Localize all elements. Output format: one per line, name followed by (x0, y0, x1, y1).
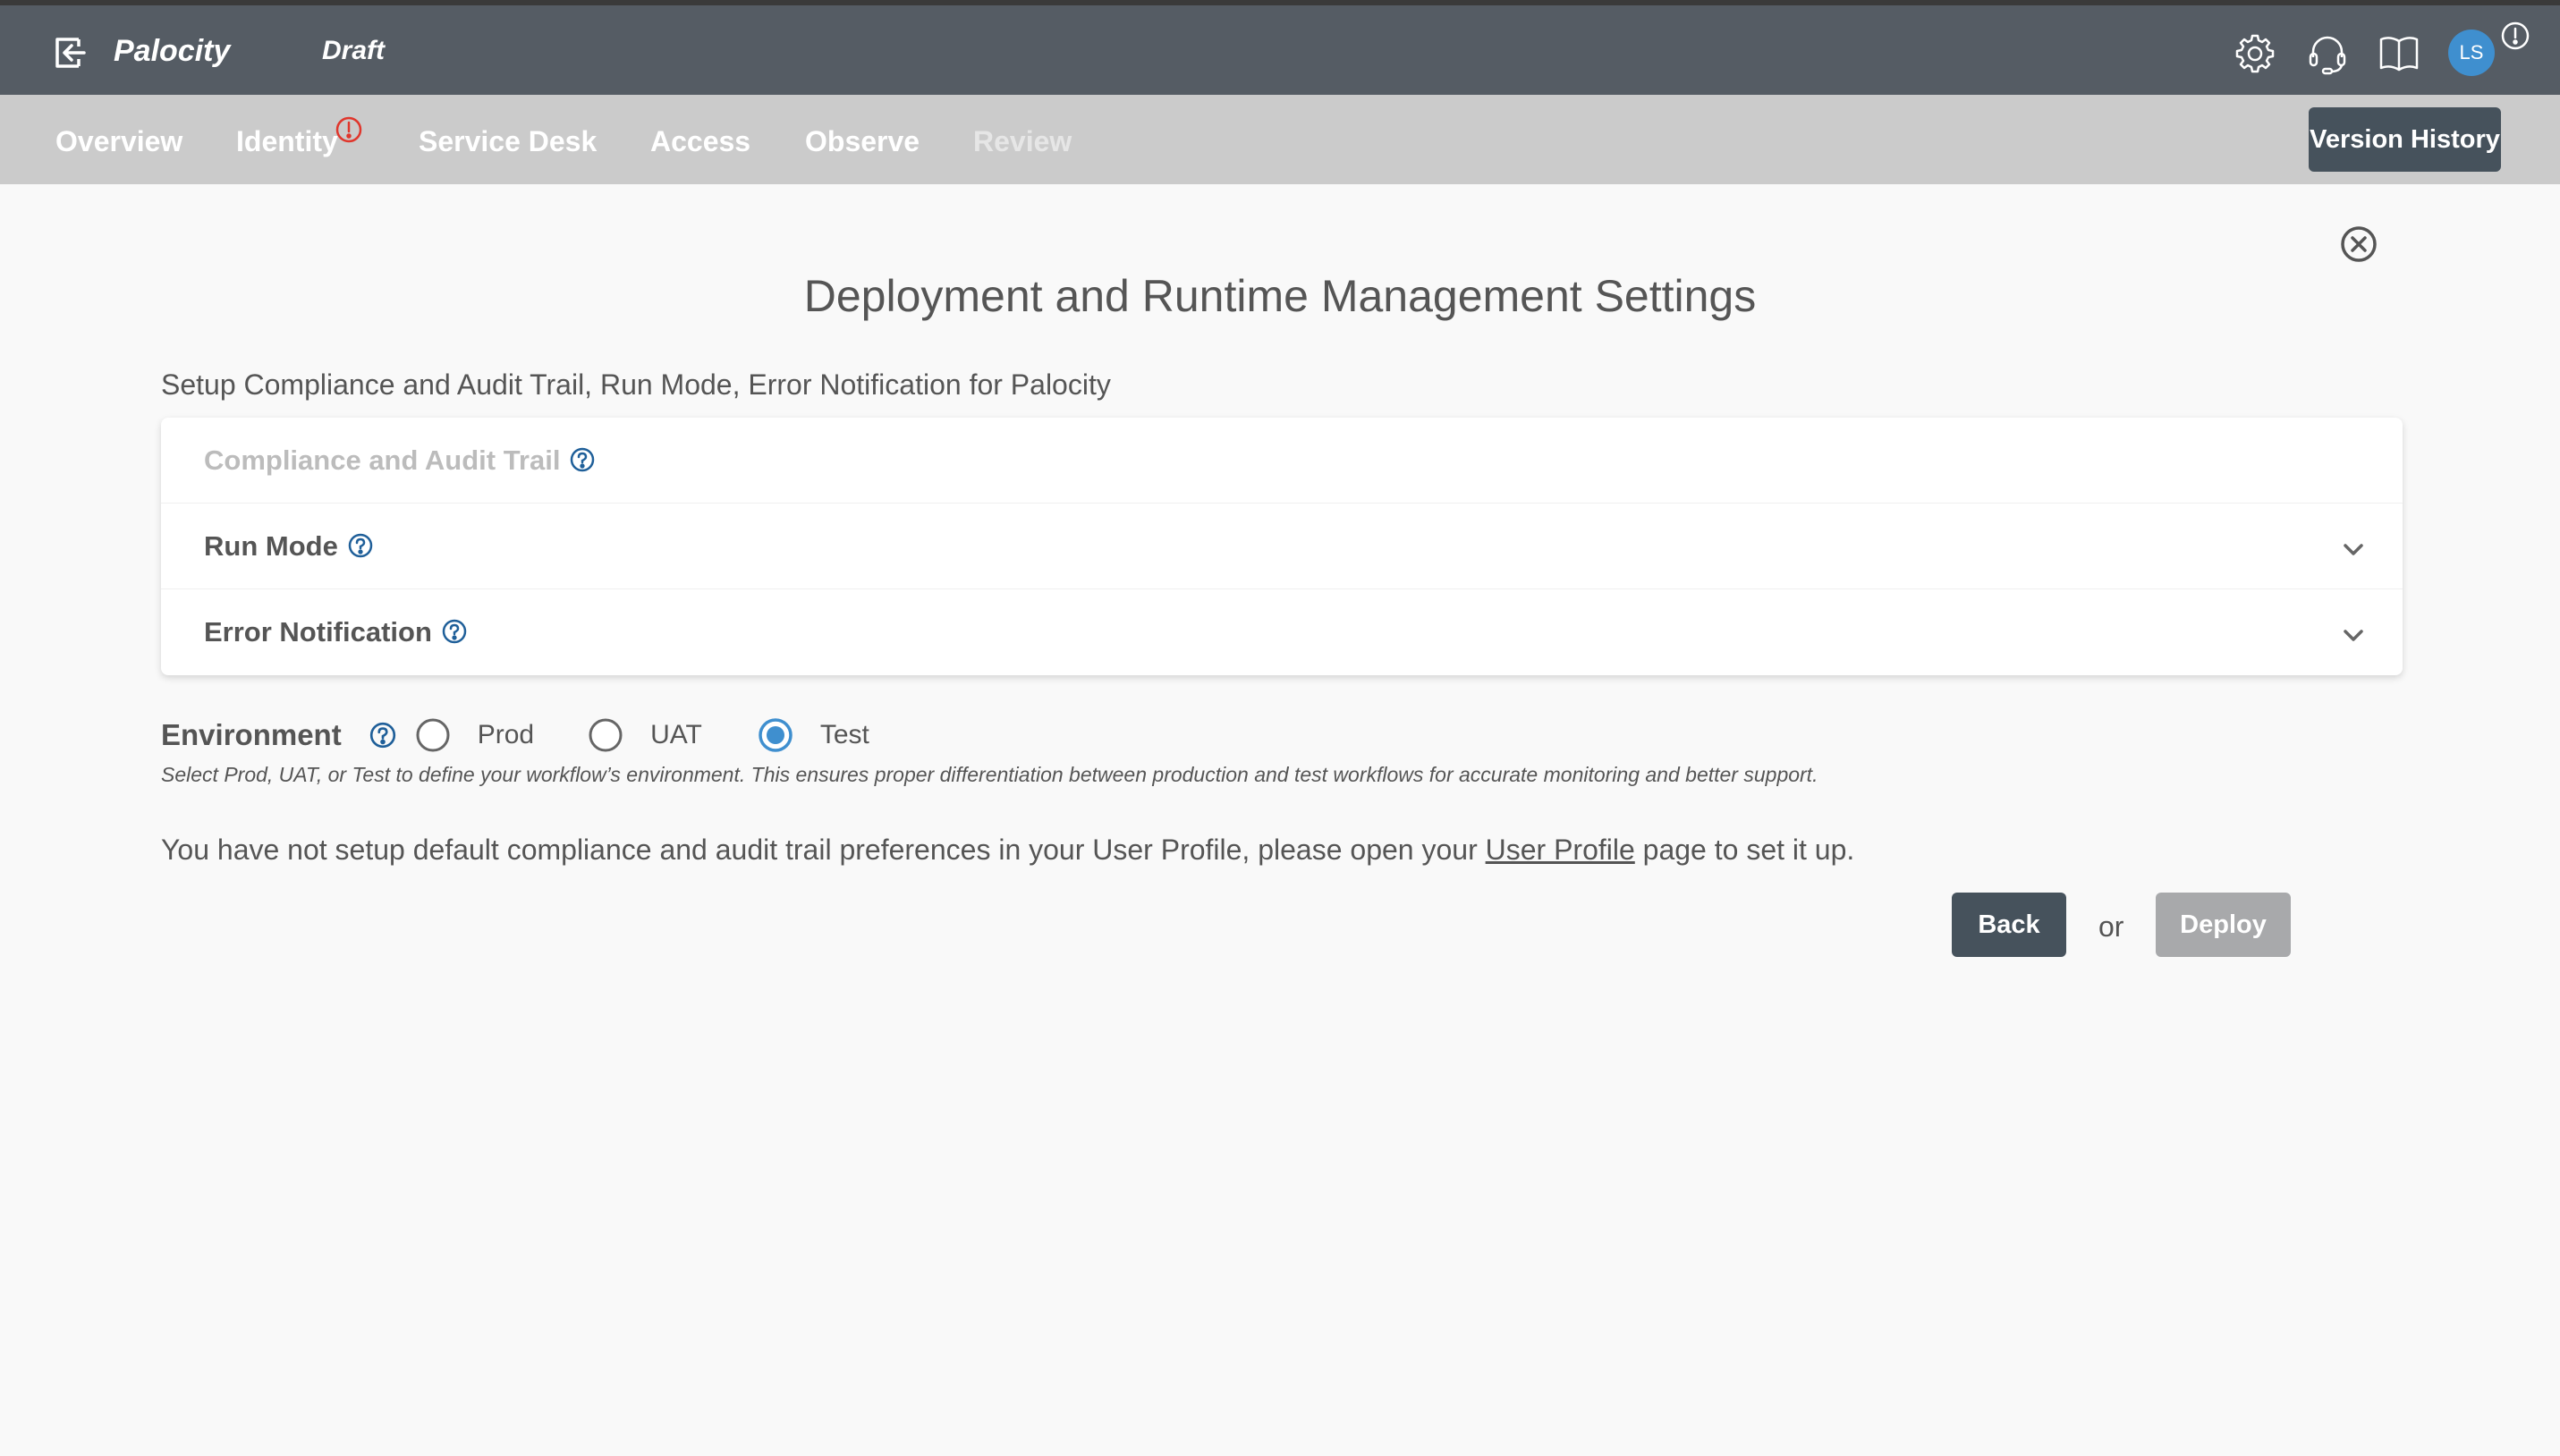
top-bar: Palocity Draft LS (0, 5, 2560, 95)
radio-test[interactable]: Test (758, 717, 869, 753)
nav-bar: Overview Identity Service Desk Access Ob… (0, 95, 2560, 184)
radio-label: Prod (477, 720, 535, 749)
section-label: Error Notification (204, 616, 468, 648)
gear-icon[interactable] (2234, 32, 2276, 75)
radio-prod[interactable]: Prod (415, 717, 534, 753)
environment-selector: Environment Prod UAT Test (161, 715, 869, 755)
tab-review: Review (973, 125, 1072, 157)
section-title: Compliance and Audit Trail (204, 444, 561, 476)
book-icon[interactable] (2378, 32, 2420, 75)
deploy-button: Deploy (2156, 893, 2291, 957)
alert-icon[interactable] (2500, 21, 2530, 51)
identity-warning-icon (335, 116, 362, 143)
message-text: page to set it up. (1634, 834, 1855, 866)
back-button[interactable]: Back (1952, 893, 2066, 957)
section-run-mode[interactable]: Run Mode (161, 504, 2403, 589)
exit-icon[interactable] (54, 36, 88, 70)
tab-service-desk[interactable]: Service Desk (419, 125, 597, 158)
user-profile-link[interactable]: User Profile (1486, 834, 1635, 866)
help-icon[interactable] (569, 446, 596, 473)
status-label: Draft (322, 36, 386, 65)
help-icon[interactable] (347, 532, 374, 559)
help-icon[interactable] (369, 721, 397, 749)
chevron-down-icon[interactable] (2340, 622, 2367, 648)
environment-label: Environment (161, 718, 342, 751)
user-avatar[interactable]: LS (2448, 30, 2495, 76)
section-title: Error Notification (204, 616, 432, 648)
radio-unselected-icon[interactable] (415, 717, 451, 753)
chevron-down-icon[interactable] (2340, 536, 2367, 563)
section-label: Run Mode (204, 530, 374, 563)
radio-label: UAT (650, 720, 702, 749)
help-icon[interactable] (441, 618, 468, 645)
environment-help-text: Select Prod, UAT, or Test to define your… (161, 763, 1818, 786)
page-title: Deployment and Runtime Management Settin… (803, 271, 1757, 321)
radio-uat[interactable]: UAT (588, 717, 702, 753)
profile-message: You have not setup default compliance an… (161, 834, 1854, 867)
headset-icon[interactable] (2306, 32, 2349, 75)
version-history-button[interactable]: Version History (2309, 107, 2501, 172)
radio-label: Test (819, 720, 869, 749)
tab-access[interactable]: Access (650, 125, 750, 158)
tab-observe[interactable]: Observe (805, 125, 920, 158)
close-icon[interactable] (2340, 225, 2378, 263)
settings-card: Compliance and Audit Trail Run Mode Erro… (161, 418, 2403, 675)
section-label: Compliance and Audit Trail (204, 444, 596, 477)
section-compliance: Compliance and Audit Trail (161, 418, 2403, 504)
or-separator: or (2098, 910, 2124, 943)
page-subtitle: Setup Compliance and Audit Trail, Run Mo… (161, 368, 1111, 401)
section-error-notification[interactable]: Error Notification (161, 589, 2403, 675)
tab-identity[interactable]: Identity (236, 125, 338, 158)
section-title: Run Mode (204, 530, 338, 562)
message-text: You have not setup default compliance an… (161, 834, 1486, 866)
radio-unselected-icon[interactable] (588, 717, 623, 753)
radio-selected-icon[interactable] (758, 717, 793, 753)
app-name: Palocity (114, 34, 231, 68)
tab-overview[interactable]: Overview (55, 125, 182, 158)
